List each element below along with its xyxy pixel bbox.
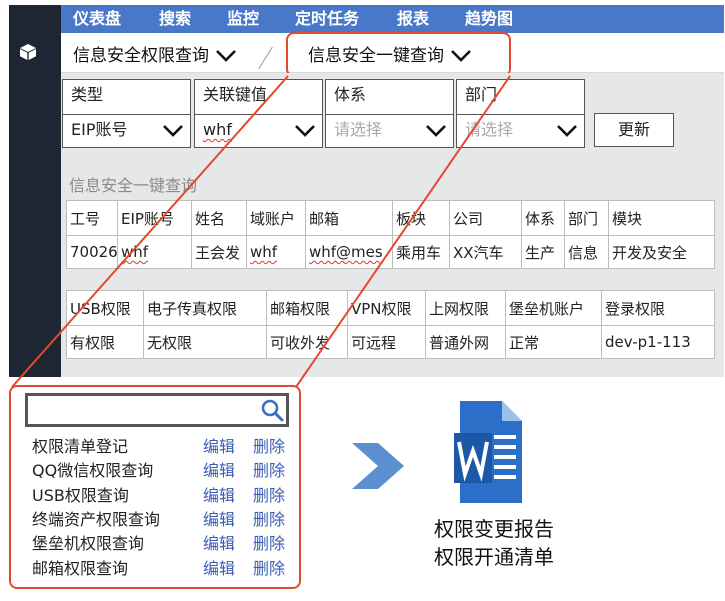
column-header: 工号 — [66, 200, 118, 236]
table-cell: 可远程 — [347, 325, 426, 359]
edit-link[interactable]: 编辑 — [203, 555, 235, 579]
filter-label-system: 体系 — [325, 79, 454, 115]
refresh-button[interactable]: 更新 — [594, 113, 674, 147]
search-icon[interactable] — [260, 398, 284, 422]
tab-permission-query[interactable]: 信息安全权限查询 — [73, 41, 237, 66]
chevron-down-icon — [295, 125, 315, 137]
nav-item-monitor[interactable]: 监控 — [227, 5, 259, 33]
output-label-open-list: 权限开通清单 — [434, 545, 554, 569]
type-select[interactable]: EIP账号 — [62, 114, 191, 148]
menu-item-mailbox-query[interactable]: 邮箱权限查询 — [32, 555, 128, 579]
column-header: 堡垒机账户 — [505, 290, 602, 326]
table-cell: 开发及安全 — [608, 235, 715, 269]
key-select-value: whf — [203, 120, 232, 139]
delete-link[interactable]: 删除 — [253, 555, 285, 579]
column-header: VPN权限 — [347, 290, 426, 326]
table-header-row: 工号 EIP账号 姓名 域账户 邮箱 板块 公司 体系 部门 模块 — [66, 200, 715, 236]
column-header: EIP账号 — [117, 200, 192, 236]
table-cell: dev-p1-113 — [601, 325, 715, 359]
table-cell: 可收外发 — [266, 325, 348, 359]
column-header: 上网权限 — [425, 290, 506, 326]
top-nav: 仪表盘 搜索 监控 定时任务 报表 趋势图 — [61, 5, 724, 33]
menu-item-permission-register[interactable]: 权限清单登记 — [32, 433, 128, 457]
nav-item-search[interactable]: 搜索 — [159, 5, 191, 33]
cube-icon[interactable] — [19, 43, 37, 61]
chevron-down-icon — [216, 50, 236, 62]
edit-link[interactable]: 编辑 — [203, 482, 235, 506]
department-select[interactable]: 请选择 — [456, 114, 585, 148]
column-header: 域账户 — [246, 200, 306, 236]
delete-link[interactable]: 删除 — [253, 482, 285, 506]
table-cell: 信息 — [564, 235, 609, 269]
column-header: 登录权限 — [601, 290, 715, 326]
column-header: 部门 — [564, 200, 609, 236]
table-cell: 有权限 — [66, 325, 144, 359]
table-cell: 王会发 — [191, 235, 247, 269]
column-header: 公司 — [449, 200, 522, 236]
delete-link[interactable]: 删除 — [253, 506, 285, 530]
column-header: USB权限 — [66, 290, 144, 326]
column-header: 邮箱权限 — [266, 290, 348, 326]
table-cell: 70026 — [66, 235, 118, 269]
menu-item-qq-wechat-query[interactable]: QQ微信权限查询 — [32, 457, 153, 481]
column-header: 模块 — [608, 200, 715, 236]
edit-link[interactable]: 编辑 — [203, 457, 235, 481]
table-cell: whf — [117, 235, 192, 269]
table-cell: 生产 — [521, 235, 565, 269]
delete-link[interactable]: 删除 — [253, 433, 285, 457]
chevron-down-icon — [426, 125, 446, 137]
column-header: 板块 — [392, 200, 450, 236]
column-header: 邮箱 — [305, 200, 393, 236]
column-header: 姓名 — [191, 200, 247, 236]
table-header-row: USB权限 电子传真权限 邮箱权限 VPN权限 上网权限 堡垒机账户 登录权限 — [66, 290, 715, 326]
column-header: 电子传真权限 — [143, 290, 267, 326]
nav-item-trends[interactable]: 趋势图 — [465, 5, 513, 33]
output-label-change-report: 权限变更报告 — [434, 517, 554, 541]
delete-link[interactable]: 删除 — [253, 457, 285, 481]
table-row[interactable]: 70026 whf 王会发 whf whf@mes 乘用车 XX汽车 生产 信息… — [66, 235, 715, 269]
nav-item-scheduled-tasks[interactable]: 定时任务 — [295, 5, 359, 33]
user-info-table: 工号 EIP账号 姓名 域账户 邮箱 板块 公司 体系 部门 模块 70026 … — [66, 200, 715, 269]
menu-item-bastion-query[interactable]: 堡垒机权限查询 — [32, 530, 144, 554]
active-tab-highlight — [286, 32, 511, 77]
permission-table: USB权限 电子传真权限 邮箱权限 VPN权限 上网权限 堡垒机账户 登录权限 … — [66, 290, 715, 359]
table-cell: 正常 — [505, 325, 602, 359]
chevron-down-icon — [163, 125, 183, 137]
column-header: 体系 — [521, 200, 565, 236]
filter-label-department: 部门 — [456, 79, 585, 115]
table-cell: 普通外网 — [425, 325, 506, 359]
system-select-placeholder: 请选择 — [334, 120, 383, 139]
tab-label: 信息安全权限查询 — [73, 46, 209, 66]
edit-link[interactable]: 编辑 — [203, 530, 235, 554]
table-cell: 乘用车 — [392, 235, 450, 269]
menu-item-usb-query[interactable]: USB权限查询 — [32, 482, 129, 506]
table-row[interactable]: 有权限 无权限 可收外发 可远程 普通外网 正常 dev-p1-113 — [66, 325, 715, 359]
menu-item-terminal-asset-query[interactable]: 终端资产权限查询 — [32, 506, 160, 530]
type-select-value: EIP账号 — [71, 120, 128, 139]
delete-link[interactable]: 删除 — [253, 530, 285, 554]
chevron-down-icon — [557, 125, 577, 137]
section-title: 信息安全一键查询 — [69, 176, 198, 195]
department-select-placeholder: 请选择 — [465, 120, 514, 139]
filter-label-key: 关联键值 — [194, 79, 323, 115]
filter-label-type: 类型 — [62, 79, 191, 115]
chevron-right-arrow-icon — [352, 443, 404, 489]
system-select[interactable]: 请选择 — [325, 114, 454, 148]
nav-item-reports[interactable]: 报表 — [397, 5, 429, 33]
table-cell: 无权限 — [143, 325, 267, 359]
table-cell: XX汽车 — [449, 235, 522, 269]
edit-link[interactable]: 编辑 — [203, 506, 235, 530]
nav-item-dashboard[interactable]: 仪表盘 — [73, 5, 121, 33]
table-cell: whf@mes — [305, 235, 393, 269]
key-select[interactable]: whf — [194, 114, 323, 148]
table-cell: whf — [246, 235, 306, 269]
search-input[interactable] — [25, 393, 289, 427]
edit-link[interactable]: 编辑 — [203, 433, 235, 457]
word-document-icon — [454, 401, 522, 503]
